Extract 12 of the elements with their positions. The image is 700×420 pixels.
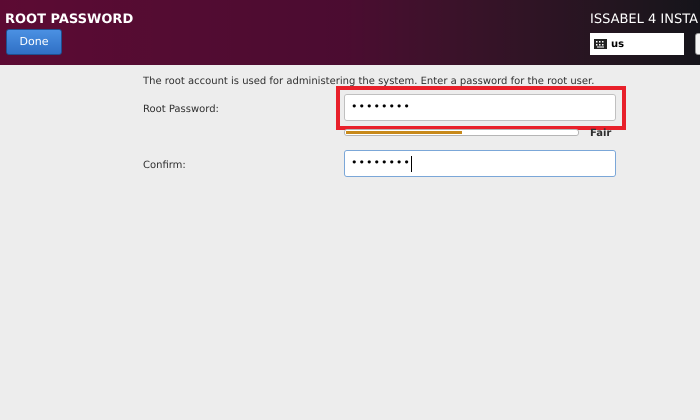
done-button[interactable]: Done <box>6 29 62 55</box>
field-label: Confirm: <box>143 159 186 173</box>
password-field[interactable]: •••••••• <box>344 94 616 121</box>
keyboard-layout-text: us <box>611 38 624 52</box>
intro-text: The root account is used for administering the system. Enter a password for the root user. <box>143 75 594 89</box>
field-label: Root Password: <box>143 103 219 117</box>
screen-title: ROOT PASSWORD <box>5 11 134 29</box>
password-field[interactable]: •••••••• <box>344 150 616 177</box>
strength-label: Fair <box>590 127 612 141</box>
keyboard-layout-field[interactable]: us <box>590 33 684 55</box>
keyboard-icon <box>594 39 607 49</box>
product-title: ISSABEL 4 INSTA <box>590 11 698 29</box>
